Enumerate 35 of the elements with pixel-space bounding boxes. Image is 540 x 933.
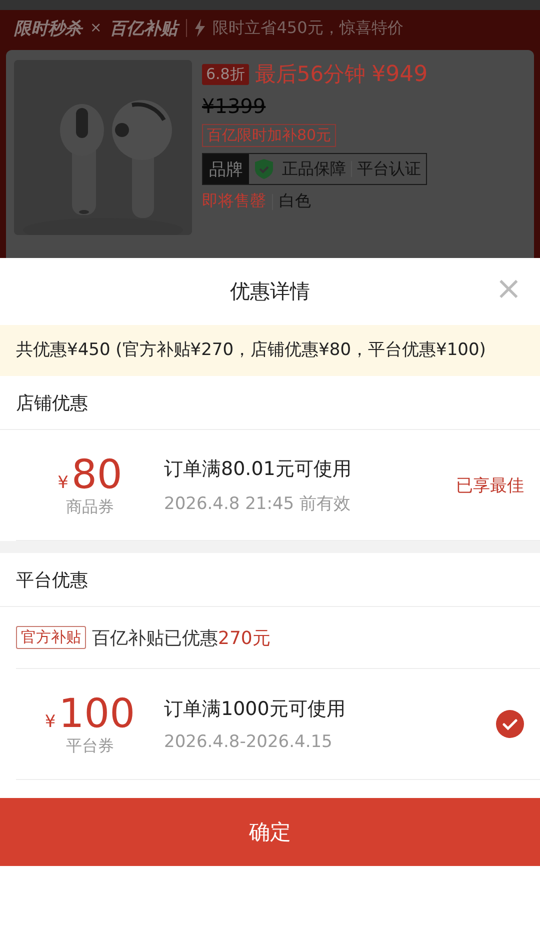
coupon-validity: 2026.4.8 21:45 前有效 — [164, 492, 352, 514]
guarantee-label: 正品保障 — [281, 158, 347, 180]
promo-tagline: 限时立省450元，惊喜特价 — [212, 18, 404, 38]
stock-status: 即将售罄 — [202, 191, 266, 212]
confirm-button[interactable]: 确定 — [0, 798, 540, 866]
subsidy-tag: 官方补贴 — [16, 626, 86, 649]
coupon-type: 商品券 — [66, 496, 114, 518]
sheet-title: 优惠详情 — [230, 278, 310, 305]
coupon-validity: 2026.4.8-2026.4.15 — [164, 732, 334, 752]
brand-label: 品牌 — [203, 154, 249, 184]
guarantee-label: 平台认证 — [356, 158, 422, 180]
subsidy-text: 百亿补贴已优惠270元 — [92, 626, 270, 650]
coupon-type: 平台券 — [66, 736, 114, 756]
countdown: 最后56分钟 — [254, 61, 366, 88]
discount-summary: 共优惠¥450 (官方补贴¥270，店铺优惠¥80，平台优惠¥100) — [0, 325, 540, 376]
promo-logo: 百亿补贴 — [110, 18, 178, 40]
times-sign: × — [90, 20, 102, 36]
section-title: 平台优惠 — [16, 568, 88, 592]
coupon-amount: 100 — [58, 692, 136, 736]
coupon-condition: 订单满80.01元可使用 — [164, 456, 352, 482]
coupon-condition: 订单满1000元可使用 — [164, 697, 346, 722]
discount-badge: 6.8折 — [202, 64, 249, 84]
coupon-amount: 80 — [71, 452, 122, 496]
subsidy-tag: 百亿限时加补80元 — [202, 124, 336, 147]
currency-sign: ¥ — [58, 472, 68, 492]
sale-price: ¥949 — [372, 62, 428, 86]
promo-logo: 限时秒杀 — [14, 18, 82, 40]
color-option: 白色 — [279, 191, 311, 212]
currency-sign: ¥ — [44, 712, 56, 732]
lightning-icon — [194, 19, 205, 37]
coupon-status: 已享最佳 — [456, 474, 524, 496]
original-price: ¥1399 — [202, 94, 267, 118]
shield-icon — [255, 159, 273, 179]
check-icon[interactable] — [496, 710, 524, 738]
section-title: 店铺优惠 — [16, 392, 88, 414]
